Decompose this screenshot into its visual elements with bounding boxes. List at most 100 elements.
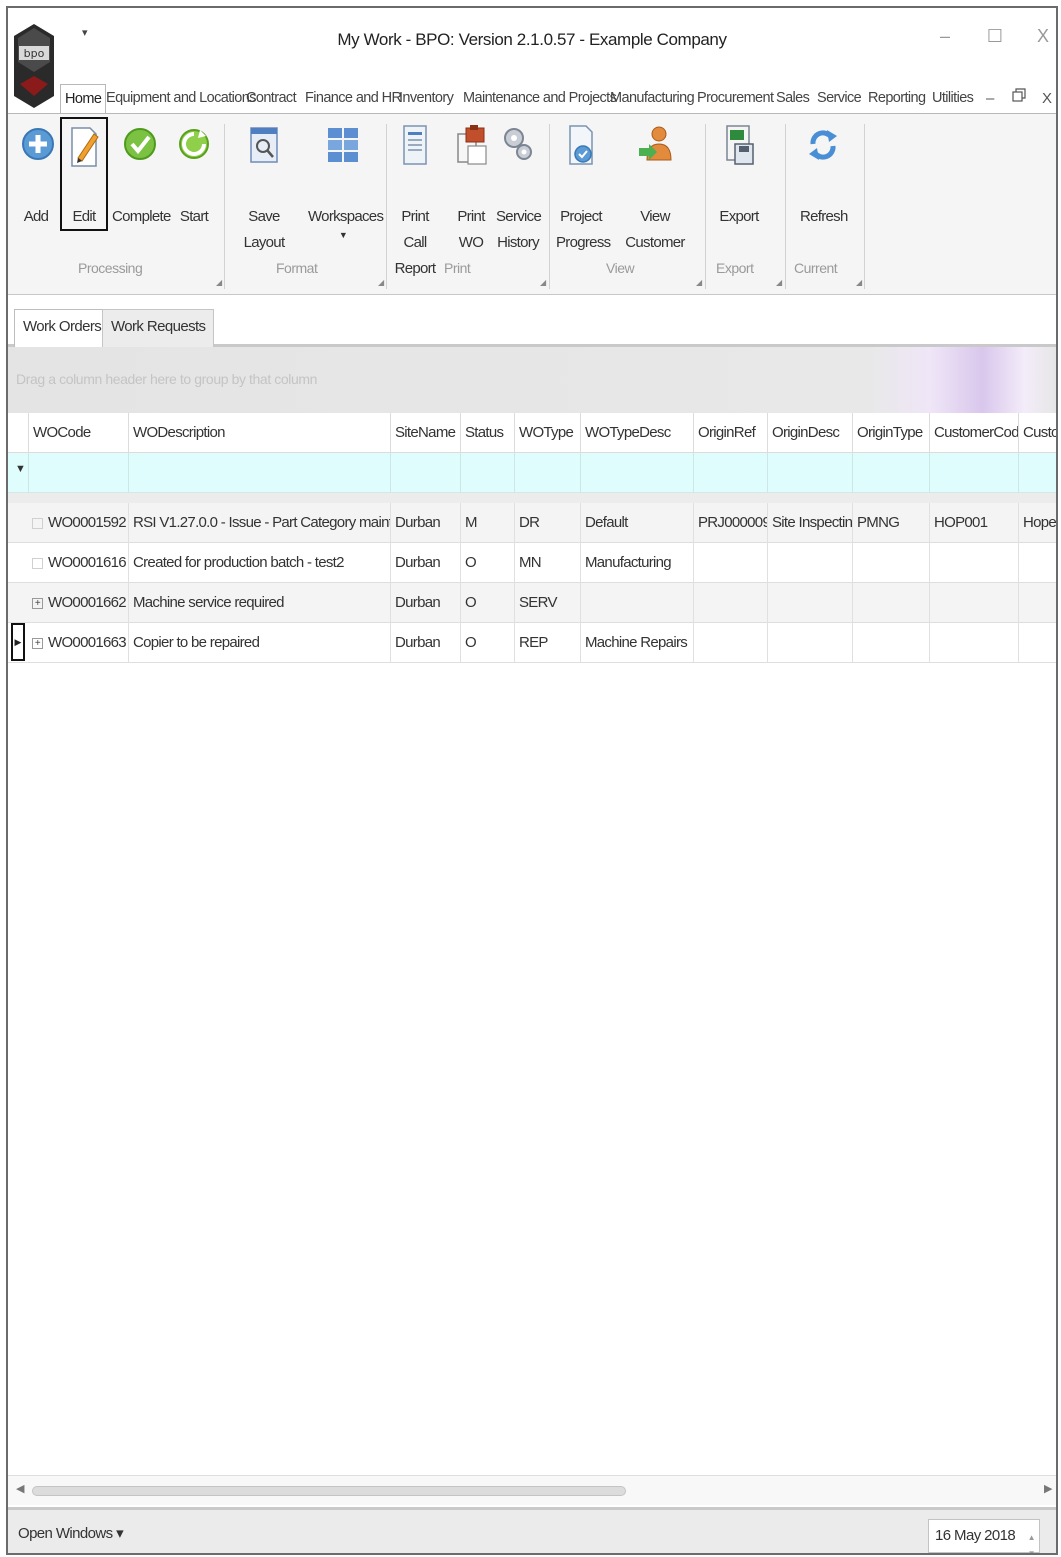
open-windows-button[interactable]: Open Windows ▾ bbox=[18, 1524, 124, 1542]
filter-cell[interactable] bbox=[514, 453, 580, 493]
filter-row[interactable]: ▼ bbox=[8, 453, 1056, 493]
tab-inventory[interactable]: Inventory bbox=[395, 84, 457, 114]
filter-cell[interactable] bbox=[852, 453, 929, 493]
cell-wotype[interactable]: SERV bbox=[514, 583, 580, 623]
column-header-origintype[interactable]: OriginType bbox=[852, 413, 929, 453]
export-button[interactable]: Export bbox=[716, 122, 762, 230]
cell-origintype[interactable] bbox=[852, 623, 929, 663]
cell-wotypedesc[interactable]: Machine Repairs bbox=[580, 623, 693, 663]
cell-originref[interactable] bbox=[693, 543, 767, 583]
filter-cell[interactable] bbox=[460, 453, 514, 493]
print-launcher-icon[interactable]: ◢ bbox=[540, 278, 546, 287]
processing-launcher-icon[interactable]: ◢ bbox=[216, 278, 222, 287]
column-header-originref[interactable]: OriginRef bbox=[693, 413, 767, 453]
expand-plus-icon[interactable]: + bbox=[32, 637, 43, 649]
cell-originref[interactable]: PRJ0000098 bbox=[693, 503, 767, 543]
grid-empty-area[interactable] bbox=[8, 663, 1056, 1475]
cell-wotype[interactable]: MN bbox=[514, 543, 580, 583]
column-header-wotype[interactable]: WOType bbox=[514, 413, 580, 453]
cell-origintype[interactable] bbox=[852, 543, 929, 583]
cell-status[interactable]: O bbox=[460, 583, 514, 623]
cell-sitename[interactable]: Durban bbox=[390, 543, 460, 583]
edit-button[interactable]: Edit bbox=[66, 122, 102, 230]
cell-customercode[interactable] bbox=[929, 583, 1018, 623]
cell-originref[interactable] bbox=[693, 623, 767, 663]
service-history-button[interactable]: Service History bbox=[496, 122, 542, 256]
start-button[interactable]: Start bbox=[176, 122, 212, 230]
column-header-wocode[interactable]: WOCode bbox=[28, 413, 128, 453]
table-row-selected[interactable]: ▶ + WO0001663 Copier to be repaired Durba… bbox=[8, 623, 1056, 663]
cell-wodescription[interactable]: RSI V1.27.0.0 - Issue - Part Category ma… bbox=[128, 503, 390, 543]
cell-status[interactable]: O bbox=[460, 543, 514, 583]
cell-wotype[interactable]: REP bbox=[514, 623, 580, 663]
current-launcher-icon[interactable]: ◢ bbox=[856, 278, 862, 287]
cell-wocode[interactable]: + WO0001663 bbox=[28, 623, 128, 663]
filter-cell[interactable] bbox=[128, 453, 390, 493]
cell-origindesc[interactable] bbox=[767, 583, 852, 623]
tab-utilities[interactable]: Utilities bbox=[928, 84, 977, 114]
cell-wotypedesc[interactable] bbox=[580, 583, 693, 623]
complete-button[interactable]: Complete bbox=[112, 122, 171, 230]
cell-origintype[interactable]: PMNG bbox=[852, 503, 929, 543]
cell-wodescription[interactable]: Created for production batch - test2 bbox=[128, 543, 390, 583]
tab-manufacturing[interactable]: Manufacturing bbox=[606, 84, 698, 114]
column-header-origindesc[interactable]: OriginDesc bbox=[767, 413, 852, 453]
table-row[interactable]: + WO0001592 RSI V1.27.0.0 - Issue - Part … bbox=[8, 503, 1056, 543]
tab-home[interactable]: Home bbox=[60, 84, 107, 115]
cell-origintype[interactable] bbox=[852, 583, 929, 623]
column-header-wodescription[interactable]: WODescription bbox=[128, 413, 390, 453]
tab-work-orders[interactable]: Work Orders bbox=[14, 309, 111, 347]
cell-originref[interactable] bbox=[693, 583, 767, 623]
date-field[interactable]: 16 May 2018 ▲ ▼ bbox=[928, 1519, 1040, 1553]
cell-customer-name[interactable]: Hope W bbox=[1018, 503, 1056, 543]
filter-cell[interactable] bbox=[1018, 453, 1056, 493]
print-wo-button[interactable]: Print WO bbox=[454, 122, 488, 256]
cell-customercode[interactable]: HOP001 bbox=[929, 503, 1018, 543]
tab-finance-and-hr[interactable]: Finance and HR bbox=[301, 84, 405, 114]
horizontal-scrollbar[interactable]: ◀ ▶ bbox=[8, 1475, 1056, 1505]
print-call-report-button[interactable]: Print Call Report bbox=[392, 122, 438, 282]
view-customer-button[interactable]: View Customer bbox=[614, 122, 696, 256]
expand-icon[interactable]: + bbox=[32, 517, 43, 529]
cell-origindesc[interactable] bbox=[767, 623, 852, 663]
column-header-sitename[interactable]: SiteName bbox=[390, 413, 460, 453]
column-header-customercode[interactable]: CustomerCode bbox=[929, 413, 1018, 453]
column-header-status[interactable]: Status bbox=[460, 413, 514, 453]
save-layout-button[interactable]: Save Layout bbox=[230, 122, 298, 256]
cell-wocode[interactable]: + WO0001662 bbox=[28, 583, 128, 623]
cell-sitename[interactable]: Durban bbox=[390, 623, 460, 663]
tab-work-requests[interactable]: Work Requests bbox=[102, 309, 215, 347]
workspaces-dropdown-button[interactable]: Workspaces ▼ bbox=[308, 122, 384, 240]
cell-wodescription[interactable]: Copier to be repaired bbox=[128, 623, 390, 663]
export-launcher-icon[interactable]: ◢ bbox=[776, 278, 782, 287]
cell-sitename[interactable]: Durban bbox=[390, 503, 460, 543]
tab-contract[interactable]: Contract bbox=[242, 84, 300, 114]
cell-customer-name[interactable] bbox=[1018, 623, 1056, 663]
column-header-customer-name[interactable]: Custom bbox=[1018, 413, 1056, 453]
tab-sales[interactable]: Sales bbox=[772, 84, 813, 114]
cell-customer-name[interactable] bbox=[1018, 583, 1056, 623]
scrollbar-thumb[interactable] bbox=[32, 1486, 626, 1496]
cell-wotypedesc[interactable]: Default bbox=[580, 503, 693, 543]
filter-cell[interactable] bbox=[767, 453, 852, 493]
spin-down-icon[interactable]: ▼ bbox=[1028, 1538, 1036, 1553]
filter-cell[interactable] bbox=[580, 453, 693, 493]
cell-status[interactable]: M bbox=[460, 503, 514, 543]
scroll-left-icon[interactable]: ◀ bbox=[16, 1482, 24, 1495]
cell-wotype[interactable]: DR bbox=[514, 503, 580, 543]
add-button[interactable]: Add bbox=[20, 122, 54, 230]
filter-cell[interactable] bbox=[929, 453, 1018, 493]
mdi-minimize-button[interactable]: – bbox=[986, 90, 994, 107]
cell-wocode[interactable]: + WO0001616 bbox=[28, 543, 128, 583]
refresh-button[interactable]: Refresh bbox=[800, 122, 848, 230]
view-launcher-icon[interactable]: ◢ bbox=[696, 278, 702, 287]
tab-reporting[interactable]: Reporting bbox=[864, 84, 929, 114]
close-button[interactable]: X bbox=[1028, 26, 1056, 54]
project-progress-button[interactable]: Project Progress bbox=[556, 122, 611, 256]
filter-cell[interactable] bbox=[390, 453, 460, 493]
cell-customer-name[interactable] bbox=[1018, 543, 1056, 583]
scroll-right-icon[interactable]: ▶ bbox=[1044, 1482, 1052, 1495]
table-row[interactable]: + WO0001616 Created for production batch … bbox=[8, 543, 1056, 583]
tab-procurement[interactable]: Procurement bbox=[693, 84, 777, 114]
minimize-button[interactable]: – bbox=[930, 26, 960, 54]
